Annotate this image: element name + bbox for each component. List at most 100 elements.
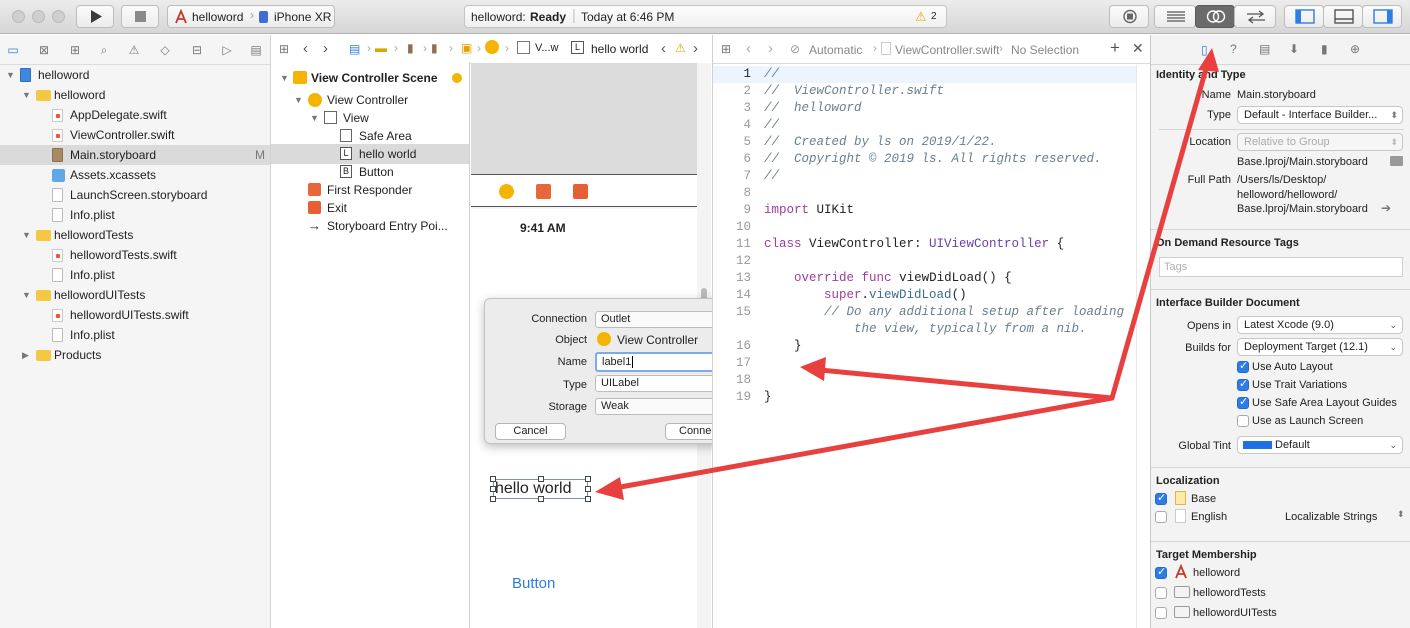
file-tree-item[interactable]: Info.plist [0, 265, 270, 285]
resize-handle[interactable] [585, 496, 591, 502]
file-tree-item[interactable]: LaunchScreen.storyboard [0, 185, 270, 205]
code-line[interactable]: 3 // helloword [713, 100, 1151, 117]
code-line[interactable]: 9 import UIKit [713, 202, 1151, 219]
exit-dock-icon[interactable] [573, 184, 588, 199]
vc-dock-icon[interactable] [499, 184, 514, 199]
code-line[interactable]: the view, typically from a nib. [713, 321, 1151, 338]
trait-variations-checkbox[interactable] [1237, 377, 1249, 391]
disclosure-open-icon[interactable]: ▼ [294, 90, 303, 110]
symbol-icon[interactable]: ⊞ [68, 43, 82, 57]
file-type-select[interactable]: Default - Interface Builder... ⬍ [1237, 106, 1403, 124]
code-line[interactable]: 14 super.viewDidLoad() [713, 287, 1151, 304]
next-issue-icon[interactable]: › [693, 40, 698, 57]
toggle-navigator-button[interactable] [1284, 5, 1324, 28]
file-name[interactable]: Main.storyboard [1237, 89, 1316, 101]
size-inspector-icon[interactable]: ▮ [1321, 42, 1328, 56]
code-line[interactable]: 13 override func viewDidLoad() { [713, 270, 1151, 287]
forward-icon[interactable]: › [323, 40, 328, 57]
project-crumb-icon[interactable]: ▤ [349, 42, 360, 56]
opens-in-select[interactable]: Latest Xcode (9.0) ⌄ [1237, 316, 1403, 334]
attributes-inspector-icon[interactable]: ⬇ [1289, 42, 1299, 56]
outline-item[interactable]: → Storyboard Entry Poi... [271, 216, 469, 236]
debug-icon[interactable]: ⊟ [190, 43, 204, 57]
global-tint-select[interactable]: Default ⌄ [1237, 436, 1403, 454]
outline-item[interactable]: B Button [271, 162, 469, 182]
close-editor-icon[interactable]: ✕ [1132, 40, 1144, 57]
outline-item[interactable]: Safe Area [271, 126, 469, 146]
code-line[interactable]: 1 // [713, 66, 1151, 83]
code-line[interactable]: 5 // Created by ls on 2019/1/22. [713, 134, 1151, 151]
target-helloword-checkbox[interactable] [1155, 565, 1167, 579]
add-editor-icon[interactable]: + [1110, 38, 1120, 58]
file-tree-item[interactable]: ViewController.swift [0, 125, 270, 145]
english-localization-type[interactable]: Localizable Strings [1285, 511, 1377, 523]
view-crumb-label[interactable]: V...w [535, 42, 558, 54]
code-line[interactable]: 7 // [713, 168, 1151, 185]
disclosure-open-icon[interactable]: ▼ [310, 108, 319, 128]
target-uitests-checkbox[interactable] [1155, 607, 1167, 619]
code-line[interactable]: 6 // Copyright © 2019 ls. All rights rese… [713, 151, 1151, 168]
code-line[interactable]: 11 class ViewController: UIViewController… [713, 236, 1151, 253]
english-localization-checkbox[interactable] [1155, 511, 1167, 523]
file-tree-item[interactable]: ▼ hellowordUITests [0, 285, 270, 305]
folder-crumb-icon[interactable]: ▬ [375, 41, 387, 55]
stepper-icon[interactable]: ⬍ [1397, 509, 1405, 520]
storyboard-crumb-icon[interactable]: ▮ [407, 41, 414, 55]
disclosure-open-icon[interactable]: ▼ [6, 65, 15, 85]
issue-icon[interactable]: ⚠ [127, 43, 141, 57]
zoom-window-button[interactable] [52, 10, 65, 23]
resize-handle[interactable] [490, 496, 496, 502]
outline-item[interactable]: ▼ View [271, 108, 469, 128]
resize-handle[interactable] [490, 486, 496, 492]
file-tree-item[interactable]: hellowordTests.swift [0, 245, 270, 265]
editor-file[interactable]: ViewController.swift [895, 43, 999, 57]
search-icon[interactable]: ⌕ [97, 43, 111, 57]
editor-selection[interactable]: No Selection [1011, 43, 1079, 57]
file-tree-item[interactable]: Assets.xcassets [0, 165, 270, 185]
report-icon[interactable]: ▤ [249, 43, 263, 57]
scene-row[interactable]: ▼ View Controller Scene [271, 68, 469, 88]
file-tree-item[interactable]: ▼ helloword [0, 65, 270, 85]
editor-mode[interactable]: Automatic [809, 43, 862, 57]
first-responder-dock-icon[interactable] [536, 184, 551, 199]
related-items-icon[interactable]: ⊞ [721, 42, 731, 56]
folder-icon[interactable]: ▭ [6, 43, 20, 57]
file-tree-item[interactable]: ▼ helloword [0, 85, 270, 105]
vc-crumb-icon[interactable] [485, 40, 499, 54]
file-tree-item[interactable]: ▼ hellowordTests [0, 225, 270, 245]
standard-editor-button[interactable] [1154, 5, 1196, 28]
disclosure-closed-icon[interactable]: ▶ [22, 345, 29, 365]
code-line[interactable]: 19} [713, 389, 1151, 406]
file-tree-item[interactable]: hellowordUITests.swift [0, 305, 270, 325]
close-window-button[interactable] [12, 10, 25, 23]
resize-handle[interactable] [538, 496, 544, 502]
reveal-in-finder-icon[interactable]: ➔ [1381, 201, 1391, 215]
outline-item[interactable]: First Responder [271, 180, 469, 200]
resize-handle[interactable] [490, 476, 496, 482]
code-line[interactable]: 12 [713, 253, 1151, 270]
code-line[interactable]: 17 [713, 355, 1151, 372]
file-tree-item[interactable]: ▶ Products [0, 345, 270, 365]
code-line[interactable]: 15 // Do any additional setup after load… [713, 304, 1151, 321]
base-localization-checkbox[interactable] [1155, 491, 1167, 505]
back-icon[interactable]: ‹ [303, 40, 308, 57]
resize-handle[interactable] [538, 476, 544, 482]
scene-crumb-icon[interactable]: ▣ [461, 41, 472, 55]
code-line[interactable]: 18 [713, 372, 1151, 389]
code-line[interactable]: 16 } [713, 338, 1151, 355]
help-inspector-icon[interactable]: ? [1230, 42, 1237, 56]
canvas-button[interactable]: Button [512, 575, 555, 592]
minimize-window-button[interactable] [32, 10, 45, 23]
code-line[interactable]: 2 // ViewController.swift [713, 83, 1151, 100]
file-tree-item[interactable]: Info.plist [0, 325, 270, 345]
cancel-button[interactable]: Cancel [495, 423, 566, 440]
target-tests-checkbox[interactable] [1155, 587, 1167, 599]
warning-icon[interactable]: ⚠ [675, 41, 686, 55]
current-crumb-label[interactable]: hello world [591, 42, 648, 56]
tags-input[interactable]: Tags [1159, 257, 1403, 277]
launch-screen-checkbox[interactable] [1237, 415, 1249, 427]
source-control-icon[interactable]: ⊠ [37, 43, 51, 57]
auto-layout-checkbox[interactable] [1237, 359, 1249, 373]
folder-icon[interactable] [1390, 156, 1403, 166]
disclosure-open-icon[interactable]: ▼ [22, 85, 31, 105]
